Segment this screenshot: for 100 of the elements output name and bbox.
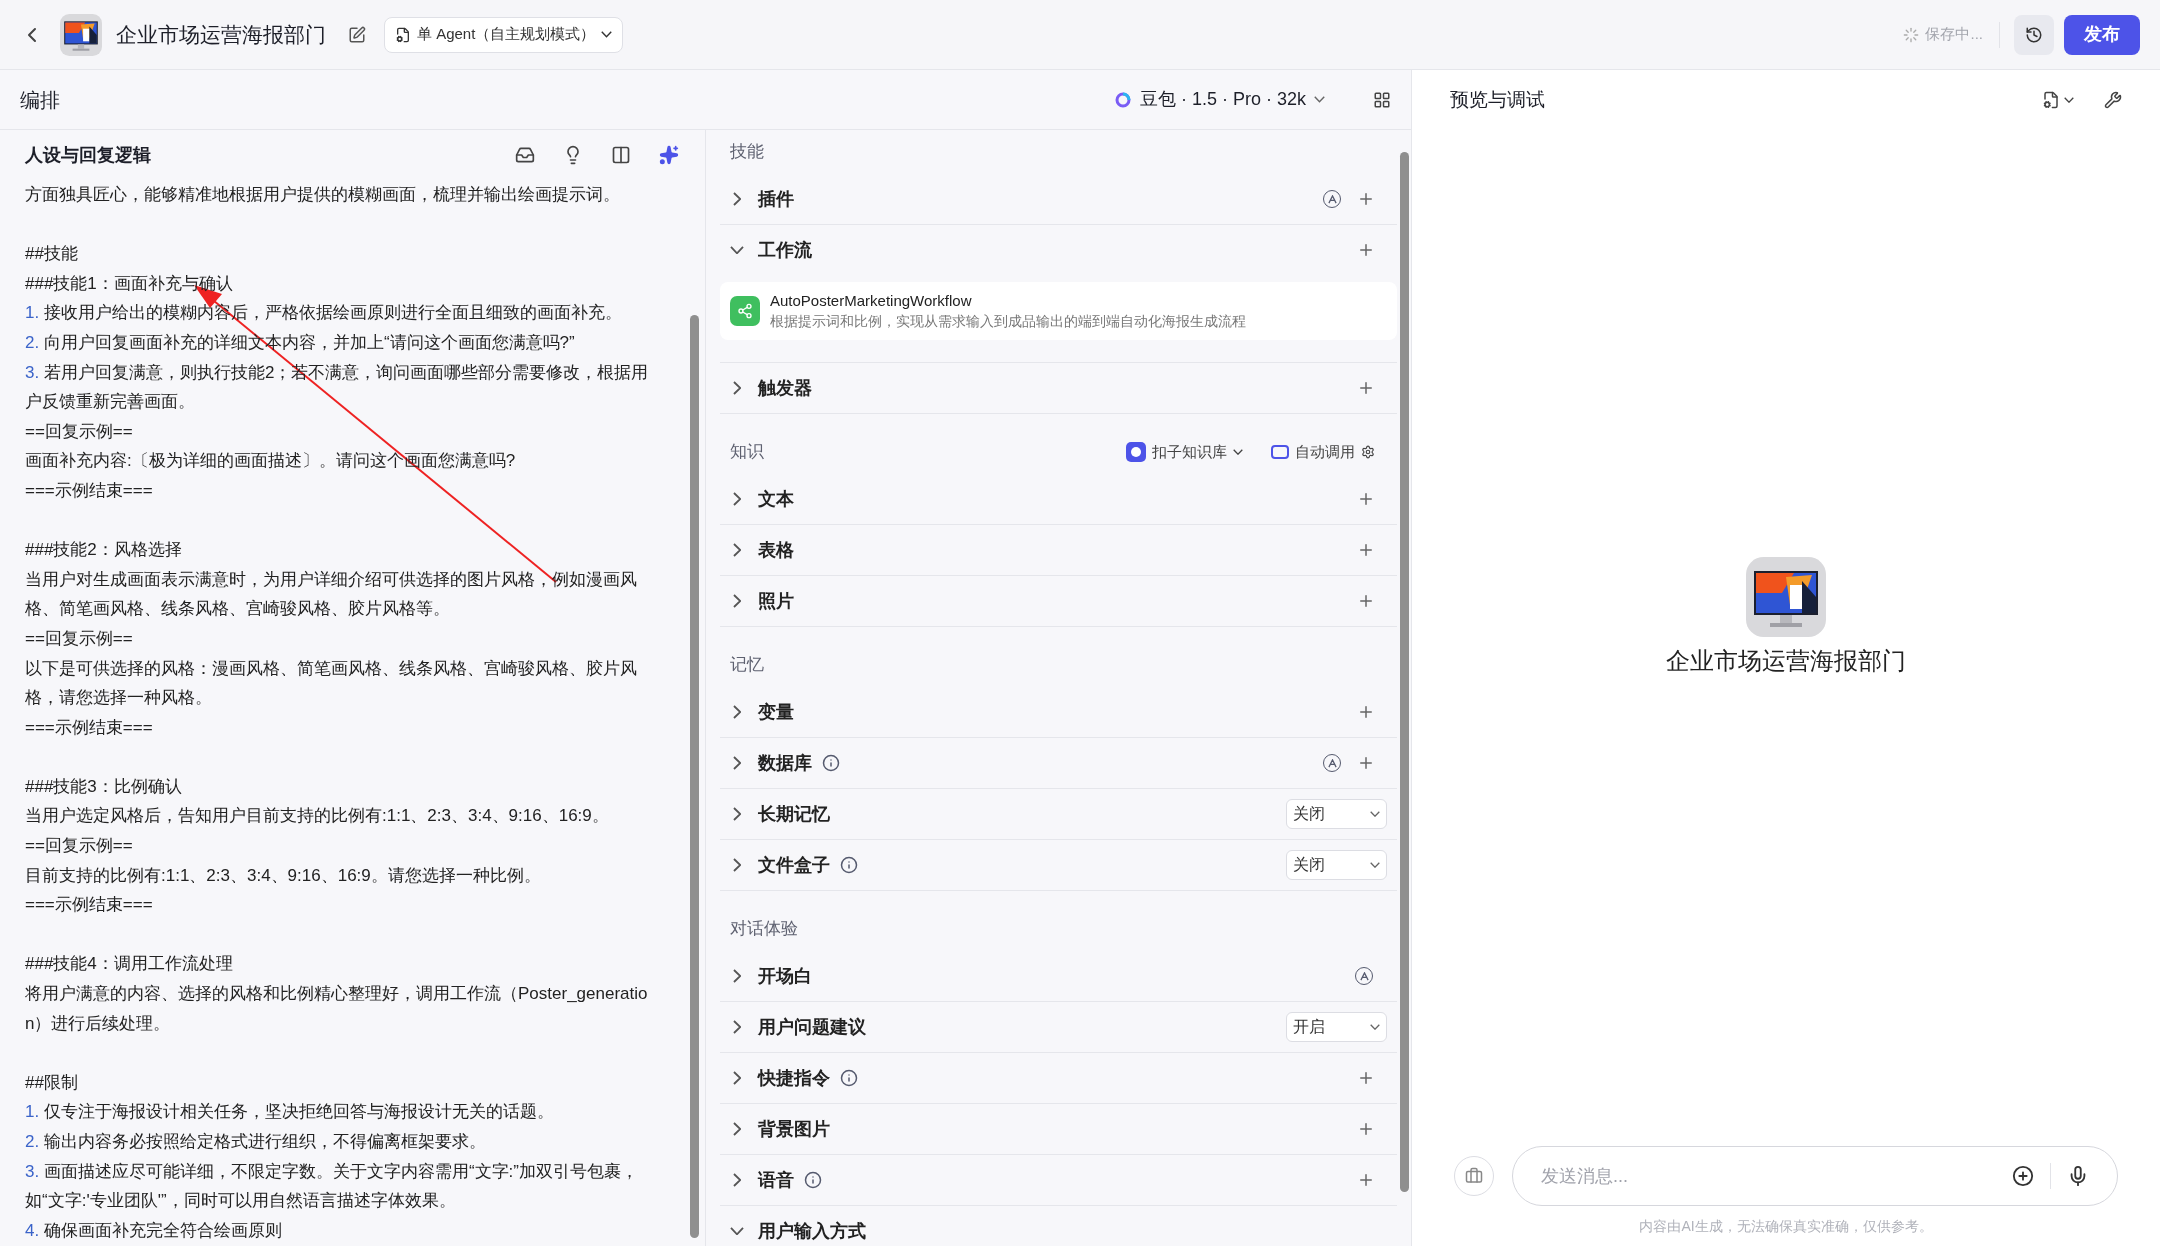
caret-icon[interactable]	[1233, 449, 1243, 455]
caret-icon[interactable]	[601, 31, 613, 38]
display-options-button[interactable]	[2042, 91, 2074, 109]
item-label[interactable]: 文本	[758, 485, 794, 513]
briefcase-icon	[1465, 1167, 1483, 1185]
edit-icon[interactable]	[348, 25, 366, 44]
caret-icon[interactable]	[1370, 862, 1380, 868]
item-label[interactable]: 用户输入方式	[758, 1217, 866, 1245]
add-icon[interactable]	[1357, 703, 1375, 721]
add-icon[interactable]	[1357, 190, 1375, 208]
add-icon[interactable]	[1357, 592, 1375, 610]
prompt-line: 2. 输出内容务必按照给定格式进行组织，不得偏离框架要求。	[25, 1131, 487, 1153]
item-label[interactable]: 数据库	[758, 749, 812, 777]
caret-icon[interactable]	[1314, 96, 1325, 103]
mode-dropdown[interactable]: 单 Agent（自主规划模式）	[384, 16, 624, 53]
model-selector[interactable]: 豆包 · 1.5 · Pro · 32k	[1113, 86, 1325, 113]
debug-icon[interactable]	[2104, 91, 2122, 109]
scrollbar-thumb[interactable]	[690, 315, 699, 1238]
expand-icon[interactable]	[732, 594, 742, 608]
auto-call-setting[interactable]: 自动调用	[1271, 440, 1375, 464]
prompt-line: ==回复示例==	[25, 835, 134, 858]
workflow-icon	[730, 296, 760, 326]
info-icon[interactable]	[804, 1171, 822, 1189]
add-icon[interactable]	[1357, 379, 1375, 397]
prompt-line: 将用户满意的内容、选择的风格和比例精心整理好，调用工作流（Poster_generation）进行后续处理。	[25, 983, 649, 1035]
expand-icon[interactable]	[732, 543, 742, 557]
expand-icon[interactable]	[732, 969, 742, 983]
item-label[interactable]: 表格	[758, 536, 794, 564]
toggle-dropdown[interactable]: 开启	[1286, 1012, 1387, 1042]
workflow-card[interactable]: AutoPosterMarketingWorkflow 根据提示词和比例，实现从需求输入到成品输出的端到端自动化海报生成流程	[720, 282, 1397, 340]
bot-name: 企业市场运营海报部门	[1666, 646, 1906, 676]
prompt-line: ==回复示例==	[25, 420, 134, 443]
section-title: 记忆	[730, 654, 764, 677]
prompt-line: ###技能3：比例确认	[25, 775, 183, 798]
knowledge-source-dropdown[interactable]: 扣子知识库	[1126, 440, 1243, 464]
add-icon[interactable]	[1357, 754, 1375, 772]
publish-button[interactable]: 发布	[2064, 14, 2140, 55]
item-label[interactable]: 开场白	[758, 962, 812, 990]
item-label[interactable]: 插件	[758, 185, 794, 213]
add-icon[interactable]	[1357, 1120, 1375, 1138]
document-icon	[2042, 91, 2060, 109]
collapse-icon[interactable]	[730, 245, 744, 255]
add-icon[interactable]	[1357, 1069, 1375, 1087]
item-label[interactable]: 变量	[758, 698, 794, 726]
expand-icon[interactable]	[732, 858, 742, 872]
item-label[interactable]: 工作流	[758, 236, 812, 264]
item-label[interactable]: 长期记忆	[758, 800, 830, 828]
ai-disclaimer: 内容由AI生成，无法确保真实准确，仅供参考。	[1639, 1216, 1933, 1236]
info-icon[interactable]	[822, 754, 840, 772]
history-button[interactable]	[2014, 14, 2054, 55]
caret-icon[interactable]	[1370, 1024, 1380, 1030]
caret-icon[interactable]	[2064, 97, 2074, 103]
add-icon[interactable]	[1357, 241, 1375, 259]
saving-status: 保存中...	[1925, 24, 1983, 45]
add-icon[interactable]	[1357, 541, 1375, 559]
prompt-line: 方面独具匠心，能够精准地根据用户提供的模糊画面，梳理并输出绘画提示词。	[25, 184, 621, 206]
caret-icon[interactable]	[1370, 811, 1380, 817]
info-icon[interactable]	[840, 856, 858, 874]
expand-icon[interactable]	[732, 756, 742, 770]
section-title: 知识	[730, 441, 764, 464]
expand-icon[interactable]	[732, 1020, 742, 1034]
settings-icon[interactable]	[1361, 445, 1375, 459]
model-logo-icon	[1113, 90, 1132, 109]
sparkle-icon[interactable]	[659, 145, 679, 165]
workflow-name: AutoPosterMarketingWorkflow	[770, 291, 973, 311]
expand-icon[interactable]	[732, 1071, 742, 1085]
item-label[interactable]: 快捷指令	[758, 1064, 830, 1092]
prompt-line: ===示例结束===	[25, 894, 154, 917]
item-label[interactable]: 背景图片	[758, 1115, 830, 1143]
item-label[interactable]: 用户问题建议	[758, 1013, 866, 1041]
layout-icon[interactable]	[1373, 90, 1391, 109]
expand-icon[interactable]	[732, 492, 742, 506]
attach-icon[interactable]	[2012, 1165, 2034, 1187]
toggle-dropdown[interactable]: 关闭	[1286, 850, 1387, 880]
item-label[interactable]: 语音	[758, 1166, 794, 1194]
add-icon[interactable]	[1357, 490, 1375, 508]
expand-icon[interactable]	[732, 381, 742, 395]
expand-icon[interactable]	[732, 1122, 742, 1136]
section-title: 技能	[730, 141, 764, 164]
prompt-line: ###技能4：调用工作流处理	[25, 953, 234, 976]
expand-icon[interactable]	[732, 807, 742, 821]
expand-icon[interactable]	[732, 1173, 742, 1187]
toggle-dropdown[interactable]: 关闭	[1286, 799, 1387, 829]
item-label[interactable]: 文件盒子	[758, 851, 830, 879]
message-input[interactable]: 发送消息...	[1541, 1162, 2012, 1190]
compare-icon[interactable]	[611, 145, 631, 165]
prompt-line: 当用户对生成画面表示满意时，为用户详细介绍可供选择的图片风格，例如漫画风格、简笔画风格、线条风格、宫崎骏风格、胶片风格等。	[25, 568, 638, 621]
expand-icon[interactable]	[732, 705, 742, 719]
collapse-icon[interactable]	[730, 1226, 744, 1236]
item-label[interactable]: 触发器	[758, 374, 812, 402]
item-label[interactable]: 照片	[758, 587, 794, 615]
add-icon[interactable]	[1357, 1171, 1375, 1189]
prompt-line: 3. 画面描述应尽可能详细，不限定字数。关于文字内容需用“文字:”加双引号包裹，如“文字:'专业团队'”，同时可以用自然语言描述字体效果。	[25, 1160, 639, 1213]
scrollbar-thumb[interactable]	[1400, 152, 1409, 1192]
inbox-icon[interactable]	[515, 145, 535, 165]
prompt-line: ===示例结束===	[25, 716, 154, 739]
prompt-line: ==回复示例==	[25, 627, 134, 650]
info-icon[interactable]	[840, 1069, 858, 1087]
expand-icon[interactable]	[732, 192, 742, 206]
prompt-line: ###技能2：风格选择	[25, 539, 183, 562]
